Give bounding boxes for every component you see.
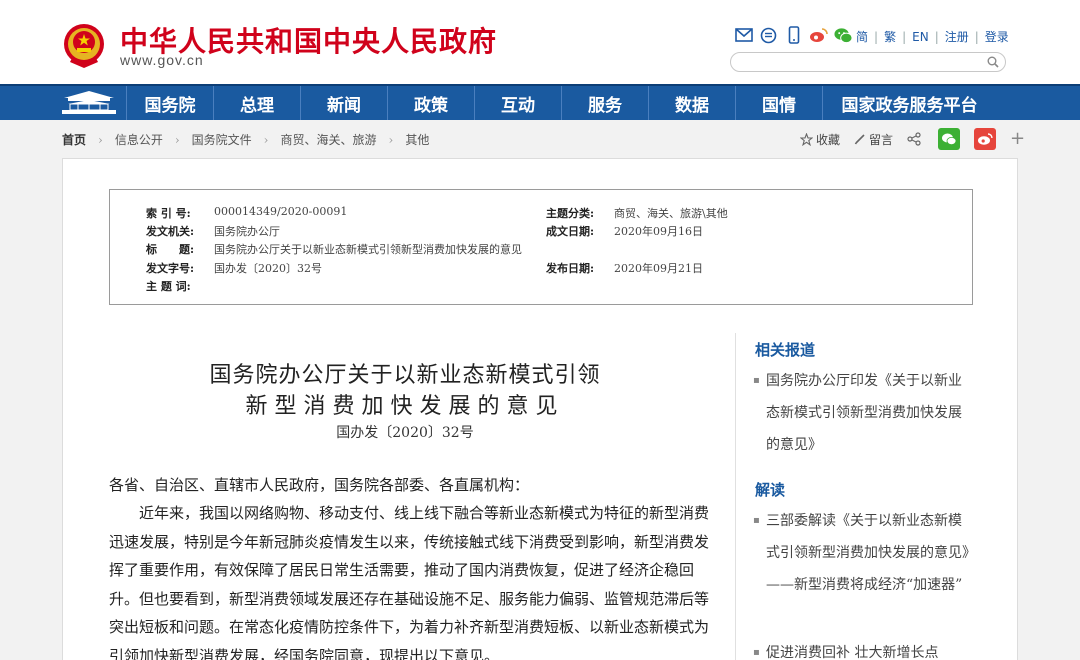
article-salutation: 各省、自治区、直辖市人民政府，国务院各部委、各直属机构： — [109, 476, 530, 494]
nav-item-news[interactable]: 新闻 — [300, 86, 387, 120]
meta-doc-no-label: 发文字号: — [146, 262, 195, 275]
chevron-right-icon: › — [174, 132, 180, 147]
chevron-right-icon: › — [263, 132, 269, 147]
comment-button[interactable]: 留言 — [854, 131, 893, 148]
mobile-icon[interactable] — [784, 26, 803, 44]
nav-item-national-info[interactable]: 国情 — [735, 86, 822, 120]
document-meta-table: 索 引 号: 000014349/2020-00091 主题分类: 商贸、海关、… — [109, 189, 973, 305]
share-weibo-button[interactable] — [974, 128, 997, 150]
national-emblem-icon[interactable] — [62, 22, 106, 70]
meta-index-label: 索 引 号: — [146, 207, 191, 220]
wechat-icon — [942, 133, 957, 145]
top-icon-bar — [734, 26, 853, 44]
search-input[interactable] — [730, 52, 1006, 72]
weibo-icon[interactable] — [809, 26, 828, 44]
chevron-right-icon: › — [98, 132, 103, 147]
breadcrumb-home[interactable]: 首页 — [62, 131, 86, 148]
site-url[interactable]: www.gov.cn — [120, 52, 204, 68]
share-wechat-button[interactable] — [938, 128, 961, 150]
star-icon — [800, 132, 813, 146]
meta-date-written-value: 2020年09月16日 — [614, 225, 703, 238]
breadcrumb-commerce[interactable]: 商贸、海关、旅游 — [280, 131, 376, 148]
tiananmen-logo-icon[interactable] — [58, 89, 120, 117]
meta-title-label: 标 题: — [146, 243, 195, 256]
nav-items: 国务院 总理 新闻 政策 互动 服务 数据 国情 国家政务服务平台 — [126, 86, 996, 120]
meta-doc-no-value: 国办发〔2020〕32号 — [214, 262, 322, 275]
meta-publish-label: 发布日期: — [546, 262, 595, 275]
interpretation-link-2[interactable]: 促进消费回补 壮大新增长点 — [753, 637, 973, 660]
mail-icon[interactable] — [734, 26, 753, 44]
meta-topic-value: 商贸、海关、旅游\其他 — [614, 207, 728, 220]
meta-issuer-value: 国务院办公厅 — [214, 225, 280, 238]
login-link[interactable]: 登录 — [985, 28, 1009, 45]
article-paragraph: 近年来，我国以网络购物、移动支付、线上线下融合等新业态新模式为特征的新型消费迅速… — [109, 504, 710, 660]
meta-date-written-label: 成文日期: — [546, 225, 595, 238]
breadcrumb: 首页 › 信息公开 › 国务院文件 › 商贸、海关、旅游 › 其他 — [62, 131, 429, 148]
breadcrumb-state-council-docs[interactable]: 国务院文件 — [192, 131, 252, 148]
meta-topic-label: 主题分类: — [546, 207, 595, 220]
interpretation-heading: 解读 — [755, 481, 786, 499]
meta-index-value: 000014349/2020-00091 — [214, 205, 348, 218]
article-title-line1: 国务院办公厅关于以新业态新模式引领 — [209, 363, 601, 388]
related-reports-heading: 相关报道 — [755, 341, 816, 359]
simplified-link[interactable]: 简 — [856, 28, 868, 45]
register-link[interactable]: 注册 — [945, 28, 969, 45]
english-link[interactable]: EN — [912, 30, 929, 44]
share-icon — [907, 132, 921, 146]
nav-item-premier[interactable]: 总理 — [213, 86, 300, 120]
favorite-label: 收藏 — [816, 132, 841, 147]
site-header: 中华人民共和国中央人民政府 www.gov.cn 简 | 繁 | EN | 注册… — [0, 0, 1080, 84]
nav-item-interaction[interactable]: 互动 — [474, 86, 561, 120]
article-title-line2: 新型消费加快发展的意见 — [245, 394, 565, 419]
column-divider — [735, 333, 736, 660]
main-nav: 国务院 总理 新闻 政策 互动 服务 数据 国情 国家政务服务平台 — [0, 84, 1080, 120]
language-account-links: 简 | 繁 | EN | 注册 | 登录 — [856, 28, 1009, 45]
message-icon[interactable] — [759, 26, 778, 44]
traditional-link[interactable]: 繁 — [884, 28, 896, 45]
more-share-plus-icon[interactable]: + — [1010, 130, 1025, 148]
search-icon[interactable] — [987, 56, 999, 68]
chevron-right-icon: › — [388, 132, 394, 147]
related-report-link[interactable]: 国务院办公厅印发《关于以新业态新模式引领新型消费加快发展的意见》 — [753, 365, 973, 461]
page-tools: 收藏 留言 + — [800, 128, 1025, 150]
wechat-icon[interactable] — [834, 26, 853, 44]
nav-item-policy[interactable]: 政策 — [387, 86, 474, 120]
content-panel: 索 引 号: 000014349/2020-00091 主题分类: 商贸、海关、… — [62, 158, 1018, 660]
pencil-icon — [854, 134, 865, 145]
comment-label: 留言 — [869, 132, 894, 147]
favorite-button[interactable]: 收藏 — [800, 131, 840, 148]
interpretation-link-1[interactable]: 三部委解读《关于以新业态新模式引领新型消费加快发展的意见》——新型消费将成经济“… — [753, 505, 973, 601]
nav-item-state-council[interactable]: 国务院 — [126, 86, 213, 120]
nav-item-data[interactable]: 数据 — [648, 86, 735, 120]
breadcrumb-info-disclosure[interactable]: 信息公开 — [115, 131, 163, 148]
nav-item-services[interactable]: 服务 — [561, 86, 648, 120]
weibo-icon — [978, 133, 993, 145]
share-button[interactable] — [907, 132, 924, 146]
breadcrumb-other[interactable]: 其他 — [405, 131, 429, 148]
article-doc-number: 国办发〔2020〕32号 — [336, 425, 474, 441]
meta-issuer-label: 发文机关: — [146, 225, 195, 238]
nav-item-gov-service-platform[interactable]: 国家政务服务平台 — [822, 86, 996, 120]
meta-title-value: 国务院办公厅关于以新业态新模式引领新型消费加快发展的意见 — [214, 243, 522, 256]
meta-keywords-label: 主 题 词: — [146, 280, 191, 293]
meta-publish-value: 2020年09月21日 — [614, 262, 703, 275]
